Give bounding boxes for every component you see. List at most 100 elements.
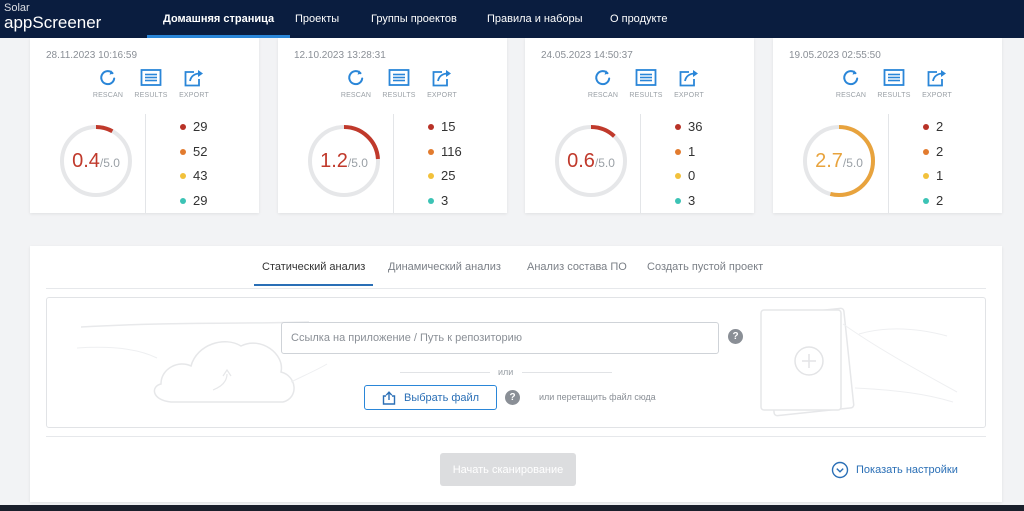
results-icon [883,69,905,86]
repository-url-input[interactable] [281,322,719,354]
export-label: EXPORT [427,92,457,99]
nav-home[interactable]: Домашняя страница [146,0,291,38]
results-button[interactable]: RESULTS [874,68,914,99]
rescan-button[interactable]: RESCAN [583,68,623,99]
export-button[interactable]: EXPORT [669,68,709,99]
results-button[interactable]: RESULTS [379,68,419,99]
file-help-icon[interactable]: ? [505,390,520,405]
scan-card[interactable]: 12.10.2023 13:28:31 RESCAN RESULTS EXPOR… [278,38,507,213]
or-separator: или [498,367,514,377]
export-button[interactable]: EXPORT [422,68,462,99]
show-settings-label: Показать настройки [856,464,958,476]
count-critical[interactable]: 2 [923,119,983,134]
critical-dot [428,123,434,130]
rating-score: 0.6/5.0 [554,124,628,198]
count-low[interactable]: 3 [428,193,488,208]
export-label: EXPORT [674,92,704,99]
results-label: RESULTS [877,92,911,99]
tab-composition-analysis[interactable]: Анализ состава ПО [527,252,627,286]
rescan-button[interactable]: RESCAN [88,68,128,99]
tab-empty-project[interactable]: Создать пустой проект [647,252,763,286]
rating-value: 0.6 [567,150,595,172]
count-low[interactable]: 2 [923,193,983,208]
scan-date: 19.05.2023 02:55:50 [789,50,881,61]
count-value: 29 [193,119,208,134]
count-high[interactable]: 1 [675,144,735,159]
count-value: 1 [688,144,696,159]
nav-about[interactable]: О продукте [610,0,667,38]
rescan-button[interactable]: RESCAN [336,68,376,99]
high-dot [675,148,681,155]
low-dot [923,197,929,204]
drop-hint: или перетащить файл сюда [539,392,656,402]
count-medium[interactable]: 0 [675,168,735,183]
tab-dynamic-analysis[interactable]: Динамический анализ [388,252,501,286]
results-icon [388,69,410,86]
count-value: 1 [936,168,944,183]
export-button[interactable]: EXPORT [174,68,214,99]
chevron-down-icon [831,461,849,479]
export-icon [432,70,451,87]
high-dot [923,148,929,155]
count-low[interactable]: 29 [180,193,240,208]
rescan-icon [843,70,859,86]
count-high[interactable]: 116 [428,144,488,159]
low-dot [428,197,434,204]
results-label: RESULTS [134,92,168,99]
nav-projects[interactable]: Проекты [295,0,339,38]
card-divider [640,114,641,213]
high-dot [180,148,186,155]
rating-value: 0.4 [72,150,100,172]
high-dot [428,148,434,155]
choose-file-label: Выбрать файл [404,392,480,404]
nav-rules[interactable]: Правила и наборы [487,0,583,38]
rating-value: 2.7 [815,150,843,172]
critical-dot [675,123,681,130]
count-critical[interactable]: 15 [428,119,488,134]
export-label: EXPORT [179,92,209,99]
url-help-icon[interactable]: ? [728,329,743,344]
count-critical[interactable]: 36 [675,119,735,134]
card-divider [393,114,394,213]
count-value: 25 [441,168,456,183]
count-high[interactable]: 52 [180,144,240,159]
choose-file-button[interactable]: Выбрать файл [364,385,497,410]
scan-card[interactable]: 24.05.2023 14:50:37 RESCAN RESULTS EXPOR… [525,38,754,213]
rescan-label: RESCAN [92,92,124,99]
rating-score: 1.2/5.0 [307,124,381,198]
low-dot [675,197,681,204]
tab-static-analysis[interactable]: Статический анализ [253,252,374,286]
count-medium[interactable]: 43 [180,168,240,183]
rating-score: 0.4/5.0 [59,124,133,198]
count-critical[interactable]: 29 [180,119,240,134]
nav-project-groups[interactable]: Группы проектов [371,0,457,38]
scan-date: 24.05.2023 14:50:37 [541,50,633,61]
medium-dot [428,172,434,179]
count-value: 3 [441,193,449,208]
export-button[interactable]: EXPORT [917,68,957,99]
or-line-right [522,372,612,373]
rating-gauge: 2.7/5.0 [802,124,876,198]
count-value: 36 [688,119,703,134]
rescan-button[interactable]: RESCAN [831,68,871,99]
start-scan-button[interactable]: Начать сканирование [440,453,576,486]
brand-logo[interactable]: Solar appScreener [4,3,101,32]
scan-card[interactable]: 19.05.2023 02:55:50 RESCAN RESULTS EXPOR… [773,38,1002,213]
rating-max: /5.0 [594,156,615,170]
count-high[interactable]: 2 [923,144,983,159]
count-low[interactable]: 3 [675,193,735,208]
count-medium[interactable]: 1 [923,168,983,183]
rating-max: /5.0 [842,156,863,170]
count-value: 3 [688,193,696,208]
footer-divider [46,436,986,437]
results-button[interactable]: RESULTS [626,68,666,99]
window-bottom-edge [0,505,1024,511]
upload-dropzone[interactable] [46,297,986,428]
count-value: 52 [193,144,208,159]
count-value: 2 [936,193,944,208]
results-button[interactable]: RESULTS [131,68,171,99]
export-label: EXPORT [922,92,952,99]
count-medium[interactable]: 25 [428,168,488,183]
scan-card[interactable]: 28.11.2023 10:16:59 RESCAN RESULTS EXPOR… [30,38,259,213]
card-divider [888,114,889,213]
